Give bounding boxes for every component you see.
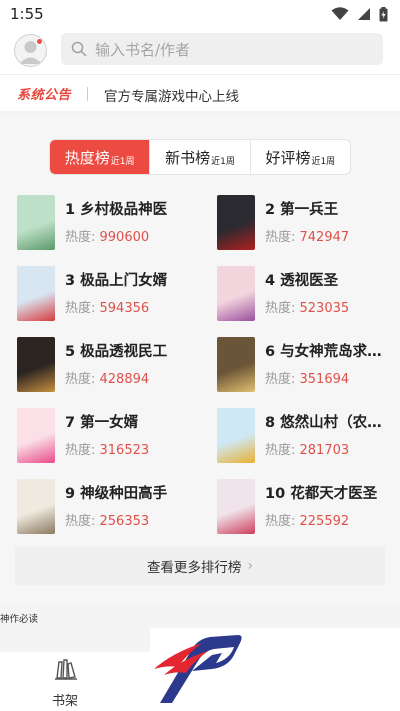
book-item[interactable]: 6 与女神荒岛求… 热度: 351694 [217, 337, 397, 395]
book-cover[interactable] [217, 266, 255, 321]
heat-value: 256353 [99, 514, 150, 529]
book-cover[interactable] [217, 195, 255, 250]
heat-value: 523035 [299, 301, 350, 316]
book-heat: 热度: 990600 [65, 226, 149, 245]
search-input[interactable]: 输入书名/作者 [61, 33, 383, 65]
book-heat: 热度: 742947 [265, 226, 349, 245]
book-title[interactable]: 9 神级种田高手 [65, 482, 167, 503]
heat-label: 热度: [265, 301, 300, 316]
tab-heat-ranking[interactable]: 热度榜 近1周 [50, 140, 151, 174]
book-title[interactable]: 2 第一兵王 [265, 198, 338, 219]
book-item[interactable]: 9 神级种田高手 热度: 256353 [17, 479, 197, 537]
heat-value: 428894 [99, 372, 150, 387]
tab-sub-label: 近1周 [311, 156, 336, 167]
heat-label: 热度: [265, 230, 300, 245]
book-cover[interactable] [17, 479, 55, 534]
tab-sub-label: 近1周 [110, 156, 135, 167]
wifi-icon [331, 7, 349, 20]
section-label: 神作必读 [0, 614, 39, 625]
top-header: 输入书名/作者 [0, 28, 400, 74]
book-heat: 热度: 428894 [65, 368, 149, 387]
ranking-panel: 热度榜 近1周 新书榜 近1周 好评榜 近1周 1 乡村极品神医 热度: 990… [0, 117, 400, 602]
book-item[interactable]: 2 第一兵王 热度: 742947 [217, 195, 397, 253]
tab-label: 新书榜 [165, 148, 211, 167]
more-rankings-button[interactable]: 查看更多排行榜 › [15, 547, 385, 585]
heat-value: 351694 [299, 372, 350, 387]
heat-label: 热度: [65, 443, 100, 458]
book-cover[interactable] [217, 337, 255, 392]
tab-new-books-ranking[interactable]: 新书榜 近1周 [150, 140, 251, 174]
book-item[interactable]: 3 极品上门女婿 热度: 594356 [17, 266, 197, 324]
notice-divider [87, 87, 88, 101]
book-title[interactable]: 10 花都天才医圣 [265, 482, 377, 503]
book-item[interactable]: 5 极品透视民工 热度: 428894 [17, 337, 197, 395]
nav-bookshelf[interactable]: 书架 [40, 656, 92, 709]
notice-text[interactable]: 官方专属游戏中心上线 [104, 85, 239, 105]
system-notice[interactable]: 系统公告 官方专属游戏中心上线 [0, 75, 400, 111]
heat-value: 990600 [99, 230, 150, 245]
book-item[interactable]: 1 乡村极品神医 热度: 990600 [17, 195, 197, 253]
heat-label: 热度: [65, 230, 100, 245]
tab-label: 好评榜 [265, 148, 311, 167]
book-heat: 热度: 281703 [265, 439, 349, 458]
tab-label: 热度榜 [64, 148, 110, 167]
cell-signal-icon [358, 8, 370, 20]
book-heat: 热度: 594356 [65, 297, 149, 316]
book-cover[interactable] [17, 195, 55, 250]
heat-label: 热度: [65, 372, 100, 387]
avatar[interactable] [14, 34, 47, 67]
book-heat: 热度: 256353 [65, 510, 149, 529]
book-cover[interactable] [217, 408, 255, 463]
chevron-right-icon: › [247, 558, 254, 574]
book-title[interactable]: 6 与女神荒岛求… [265, 340, 382, 361]
search-icon [71, 41, 87, 57]
status-icons [331, 6, 388, 22]
notification-dot [36, 38, 43, 45]
heat-value: 316523 [99, 443, 150, 458]
book-item[interactable]: 4 透视医圣 热度: 523035 [217, 266, 397, 324]
book-heat: 热度: 351694 [265, 368, 349, 387]
book-title[interactable]: 8 悠然山村（农… [265, 411, 382, 432]
book-cover[interactable] [17, 408, 55, 463]
book-title[interactable]: 3 极品上门女婿 [65, 269, 167, 290]
book-cover[interactable] [217, 479, 255, 534]
book-title[interactable]: 1 乡村极品神医 [65, 198, 167, 219]
tab-sub-label: 近1周 [211, 156, 235, 167]
bottom-nav: 书架 [0, 652, 150, 711]
book-cover[interactable] [17, 266, 55, 321]
book-title[interactable]: 4 透视医圣 [265, 269, 338, 290]
heat-label: 热度: [65, 514, 100, 529]
tab-good-reviews-ranking[interactable]: 好评榜 近1周 [251, 140, 350, 174]
book-item[interactable]: 10 花都天才医圣 热度: 225592 [217, 479, 397, 537]
battery-icon [379, 6, 388, 21]
nav-bookshelf-label: 书架 [52, 694, 79, 709]
notice-tag: 系统公告 [17, 88, 72, 103]
heat-value: 225592 [299, 514, 350, 529]
book-item[interactable]: 8 悠然山村（农… 热度: 281703 [217, 408, 397, 466]
heat-value: 594356 [99, 301, 150, 316]
heat-label: 热度: [265, 372, 300, 387]
book-title[interactable]: 5 极品透视民工 [65, 340, 167, 361]
heat-value: 281703 [299, 443, 350, 458]
book-item[interactable]: 7 第一女婿 热度: 316523 [17, 408, 197, 466]
book-heat: 热度: 523035 [265, 297, 349, 316]
more-rankings-label: 查看更多排行榜 [146, 560, 242, 576]
brand-logo [154, 635, 242, 703]
heat-value: 742947 [299, 230, 350, 245]
heat-label: 热度: [265, 514, 300, 529]
book-heat: 热度: 316523 [65, 439, 149, 458]
status-bar: 1:55 [0, 0, 400, 28]
bookshelf-icon [55, 659, 77, 680]
heat-label: 热度: [65, 301, 100, 316]
ranking-tabs: 热度榜 近1周 新书榜 近1周 好评榜 近1周 [49, 139, 351, 175]
heat-label: 热度: [265, 443, 300, 458]
book-heat: 热度: 225592 [265, 510, 349, 529]
status-time: 1:55 [10, 5, 44, 23]
book-cover[interactable] [17, 337, 55, 392]
book-title[interactable]: 7 第一女婿 [65, 411, 138, 432]
search-placeholder: 输入书名/作者 [95, 40, 191, 59]
